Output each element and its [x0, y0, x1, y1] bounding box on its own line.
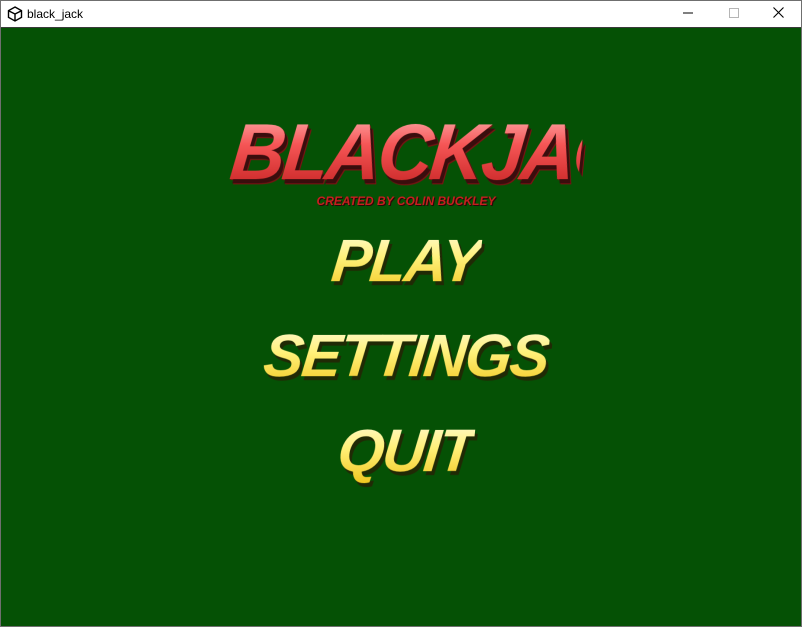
maximize-button[interactable] [711, 1, 757, 27]
settings-label: SETTINGS [260, 322, 552, 389]
maximize-icon [729, 5, 739, 23]
title-bar[interactable]: black_jack [1, 1, 801, 27]
window-title: black_jack [27, 7, 84, 21]
app-window: black_jack BLACKJACK CREATED BY COLIN BU… [0, 0, 802, 627]
credits-subtitle: CREATED BY COLIN BUCKLEY [316, 194, 496, 208]
logo-title: BLACKJACK [226, 107, 682, 198]
minimize-icon [683, 5, 693, 23]
game-logo: BLACKJACK [226, 108, 681, 197]
play-label: PLAY [328, 227, 484, 294]
quit-label: QUIT [334, 417, 478, 484]
close-icon [772, 5, 784, 23]
close-button[interactable] [755, 1, 801, 27]
settings-button[interactable]: SETTINGS [251, 321, 561, 391]
unity-icon [7, 6, 23, 22]
minimize-button[interactable] [665, 1, 711, 27]
play-button[interactable]: PLAY [251, 226, 561, 296]
quit-button[interactable]: QUIT [251, 416, 561, 486]
